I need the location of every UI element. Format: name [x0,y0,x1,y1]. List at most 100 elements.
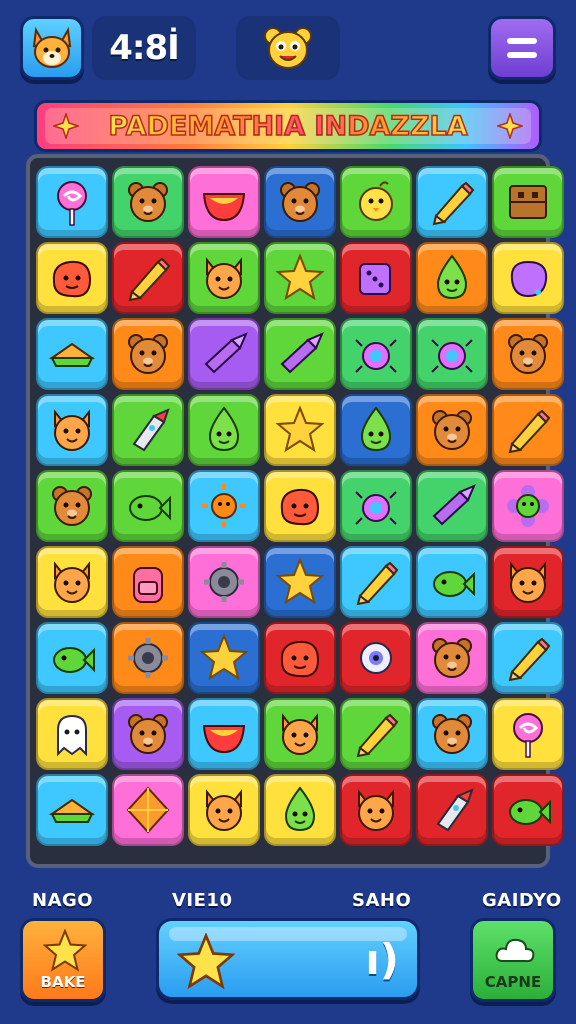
label-mid2: SAHO [352,890,412,911]
board-tile[interactable] [112,166,184,238]
star-icon [199,633,249,681]
caper-label: CAPNE [484,973,542,991]
bug-icon [355,339,397,373]
board-tile[interactable] [416,622,488,694]
board-tile[interactable] [492,166,564,238]
bear-face-icon [52,486,92,526]
board-tile[interactable] [264,242,336,314]
avatar-button[interactable] [20,16,84,80]
board-tile[interactable] [340,698,412,770]
board-tile[interactable] [340,622,412,694]
board-tile[interactable] [188,166,260,238]
board-tile[interactable] [340,470,412,542]
board-tile[interactable] [188,774,260,846]
board-tile[interactable] [416,318,488,390]
caper-button[interactable]: CAPNE [470,918,556,1002]
mascot-badge [236,16,340,80]
board-tile[interactable] [492,622,564,694]
board-tile[interactable] [264,394,336,466]
board-tile[interactable] [492,698,564,770]
crayon-icon [432,484,476,526]
board-tile[interactable] [492,394,564,466]
board-tile[interactable] [416,470,488,542]
board-tile[interactable] [188,698,260,770]
fish-icon [509,799,551,825]
board-tile[interactable] [112,470,184,542]
progress-value: ı) [365,935,399,984]
board-tile[interactable] [492,470,564,542]
blob-face-icon [280,640,320,678]
star-icon [275,253,325,301]
board-tile[interactable] [264,622,336,694]
board-tile[interactable] [416,546,488,618]
board-tile[interactable] [36,470,108,542]
bug-icon [355,491,397,525]
cat-face-icon [206,789,242,831]
pencil-icon [128,257,171,302]
board-tile[interactable] [340,242,412,314]
cat-face-icon [54,561,90,603]
pencil-icon [356,713,399,758]
gear-icon [128,638,168,678]
board-tile[interactable] [36,698,108,770]
board-tile[interactable] [264,698,336,770]
label-left: NAGO [32,890,94,911]
board-tile[interactable] [264,166,336,238]
board-tile[interactable] [340,546,412,618]
pencil-icon [508,637,551,682]
board-tile[interactable] [340,774,412,846]
bowl-icon [202,193,246,222]
backpack-icon [133,567,163,603]
board-tile[interactable] [112,394,184,466]
bear-face-icon [432,638,472,678]
board-tile[interactable] [416,774,488,846]
progress-bar[interactable]: ı) [156,918,420,1000]
label-mid: VIE10 [172,890,233,911]
board-tile[interactable] [36,242,108,314]
board-tile[interactable] [188,622,260,694]
hamburger-line [507,52,537,58]
board-tile[interactable] [188,318,260,390]
flower-face-icon [507,485,549,527]
board-tile[interactable] [188,394,260,466]
rocket-icon [436,788,474,832]
board-tile[interactable] [340,318,412,390]
board-tile[interactable] [36,546,108,618]
board-tile[interactable] [492,774,564,846]
board-tile[interactable] [112,698,184,770]
bake-button[interactable]: BAKE [20,918,106,1002]
board-tile[interactable] [492,318,564,390]
board-tile[interactable] [416,242,488,314]
board-tile[interactable] [340,166,412,238]
board-tile[interactable] [112,774,184,846]
board-tile[interactable] [416,698,488,770]
board-tile[interactable] [36,394,108,466]
score-display: 4:8İ [92,16,196,80]
sparkle-icon [53,113,79,139]
menu-button[interactable] [488,16,556,80]
bear-face-icon [128,714,168,754]
board-tile[interactable] [112,622,184,694]
board-tile[interactable] [264,470,336,542]
board-tile[interactable] [492,546,564,618]
board-tile[interactable] [188,470,260,542]
board-tile[interactable] [264,774,336,846]
board-tile[interactable] [340,394,412,466]
bear-face-icon [432,410,472,450]
board-tile[interactable] [36,774,108,846]
board-tile[interactable] [264,318,336,390]
crayon-icon [280,332,324,374]
board-tile[interactable] [112,242,184,314]
board-tile[interactable] [188,546,260,618]
board-tile[interactable] [416,166,488,238]
board-tile[interactable] [416,394,488,466]
game-board [26,154,564,868]
board-tile[interactable] [36,622,108,694]
board-tile[interactable] [112,546,184,618]
board-tile[interactable] [36,318,108,390]
board-tile[interactable] [36,166,108,238]
board-tile[interactable] [188,242,260,314]
board-tile[interactable] [264,546,336,618]
board-tile[interactable] [112,318,184,390]
board-tile[interactable] [492,242,564,314]
